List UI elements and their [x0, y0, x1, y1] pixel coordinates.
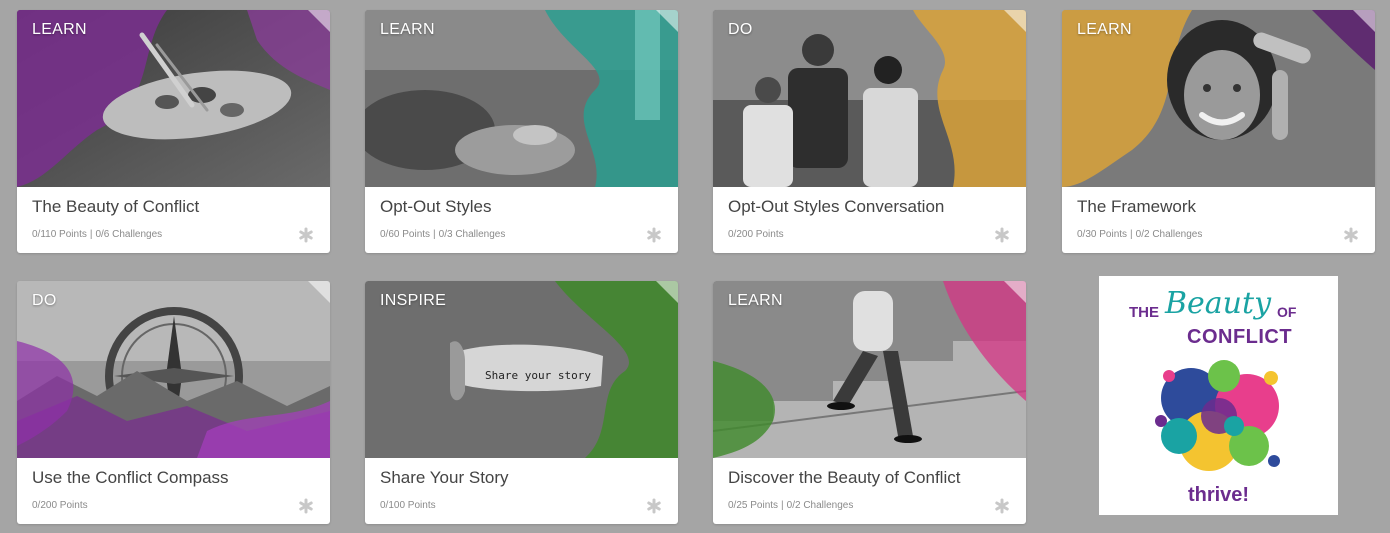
- logo-the-text: THE: [1129, 304, 1159, 321]
- card-meta: 0/200 Points: [728, 229, 784, 240]
- asterisk-icon: [647, 227, 661, 243]
- meta-separator: |: [1130, 229, 1133, 240]
- logo-thrive-brand: thrive!: [1187, 484, 1250, 506]
- challenges-text: 0/2 Challenges: [786, 500, 854, 511]
- points-text: 0/200 Points: [32, 500, 88, 511]
- card-image-torn-paper: Share your story INSPIRE: [365, 281, 678, 458]
- corner-fold: [1353, 10, 1375, 32]
- meta-separator: |: [781, 500, 784, 511]
- asterisk-icon: [647, 498, 661, 514]
- challenges-text: 0/2 Challenges: [1135, 229, 1203, 240]
- challenge-card-the-framework[interactable]: LEARN The Framework 0/30 Points | 0/2 Chal…: [1062, 10, 1375, 253]
- card-title: The Beauty of Conflict: [32, 197, 200, 216]
- corner-fold: [308, 10, 330, 32]
- challenge-card-opt-out-styles-conversation[interactable]: DO Opt-Out Styles Conversation 0/200 Poi…: [713, 10, 1026, 253]
- corner-fold: [308, 281, 330, 303]
- card-body: Opt-Out Styles Conversation 0/200 Points: [713, 187, 1026, 253]
- challenge-card-share-your-story[interactable]: Share your story INSPIRE Share Your Stor…: [365, 281, 678, 524]
- card-body: Opt-Out Styles 0/60 Points | 0/3 Challenge…: [365, 187, 678, 253]
- meta-separator: |: [433, 229, 436, 240]
- points-text: 0/60 Points: [380, 229, 431, 240]
- asterisk-icon: [1344, 227, 1358, 243]
- corner-fold: [656, 281, 678, 303]
- asterisk-icon: [299, 498, 313, 514]
- corner-fold: [1004, 10, 1026, 32]
- card-image-compass-mountains: DO: [17, 281, 330, 458]
- image-overlay-text: Share your story: [485, 369, 591, 382]
- category-label: LEARN: [1077, 21, 1132, 38]
- card-meta: 0/30 Points | 0/2 Challenges: [1077, 229, 1202, 240]
- logo-of-text: OF: [1277, 304, 1297, 320]
- challenge-card-beauty-of-conflict[interactable]: LEARN The Beauty of Conflict 0/110 Point…: [17, 10, 330, 253]
- card-meta: 0/200 Points: [32, 500, 88, 511]
- points-text: 0/100 Points: [380, 500, 436, 511]
- card-title: Share Your Story: [380, 468, 509, 487]
- card-image-group-discussion: LEARN: [365, 10, 678, 187]
- card-body: Discover the Beauty of Conflict 0/25 Poi…: [713, 458, 1026, 524]
- card-title: Discover the Beauty of Conflict: [728, 468, 961, 487]
- card-image-walking-stairs: LEARN: [713, 281, 1026, 458]
- challenge-card-conflict-compass[interactable]: DO Use the Conflict Compass 0/200 Points: [17, 281, 330, 524]
- challenge-card-opt-out-styles[interactable]: LEARN Opt-Out Styles 0/60 Points | 0/3 Cha…: [365, 10, 678, 253]
- category-label: DO: [728, 21, 753, 38]
- challenges-text: 0/3 Challenges: [438, 229, 506, 240]
- card-image-artist-palette: LEARN: [17, 10, 330, 187]
- points-text: 0/25 Points: [728, 500, 779, 511]
- card-body: The Beauty of Conflict 0/110 Points | 0/6 …: [17, 187, 330, 253]
- logo-beauty-script: Beauty: [1165, 286, 1272, 321]
- asterisk-icon: [995, 227, 1009, 243]
- category-label: LEARN: [728, 292, 783, 309]
- asterisk-icon: [299, 227, 313, 243]
- corner-fold: [1004, 281, 1026, 303]
- card-title: Opt-Out Styles: [380, 197, 492, 216]
- card-body: Share Your Story 0/100 Points: [365, 458, 678, 524]
- card-image-smiling-woman: LEARN: [1062, 10, 1375, 187]
- points-text: 0/30 Points: [1077, 229, 1128, 240]
- challenges-text: 0/6 Challenges: [95, 229, 163, 240]
- category-label: LEARN: [380, 21, 435, 38]
- beauty-of-conflict-logo: Beauty THE OF CONFLICT thrive!: [1099, 276, 1338, 515]
- points-text: 0/110 Points: [32, 229, 87, 240]
- card-title: The Framework: [1077, 197, 1197, 216]
- card-title: Opt-Out Styles Conversation: [728, 197, 945, 216]
- logo-conflict-text: CONFLICT: [1187, 326, 1293, 348]
- challenge-card-discover-beauty-of-conflict[interactable]: LEARN Discover the Beauty of Conflict 0/…: [713, 281, 1026, 524]
- card-meta: 0/110 Points | 0/6 Challenges: [32, 229, 162, 240]
- category-label: DO: [32, 292, 57, 309]
- points-text: 0/200 Points: [728, 229, 784, 240]
- corner-fold: [656, 10, 678, 32]
- asterisk-icon: [995, 498, 1009, 514]
- meta-separator: |: [89, 229, 93, 240]
- card-body: The Framework 0/30 Points | 0/2 Challenges: [1062, 187, 1375, 253]
- card-meta: 0/25 Points | 0/2 Challenges: [728, 500, 853, 511]
- category-label: LEARN: [32, 21, 87, 38]
- card-meta: 0/100 Points: [380, 500, 436, 511]
- card-title: Use the Conflict Compass: [32, 468, 229, 487]
- card-body: Use the Conflict Compass 0/200 Points: [17, 458, 330, 524]
- compass-mountains-image: [17, 281, 330, 458]
- coworkers-conversation-image: [713, 10, 1026, 187]
- category-label: INSPIRE: [380, 292, 447, 309]
- card-image-coworkers-conversation: DO: [713, 10, 1026, 187]
- card-meta: 0/60 Points | 0/3 Challenges: [380, 229, 505, 240]
